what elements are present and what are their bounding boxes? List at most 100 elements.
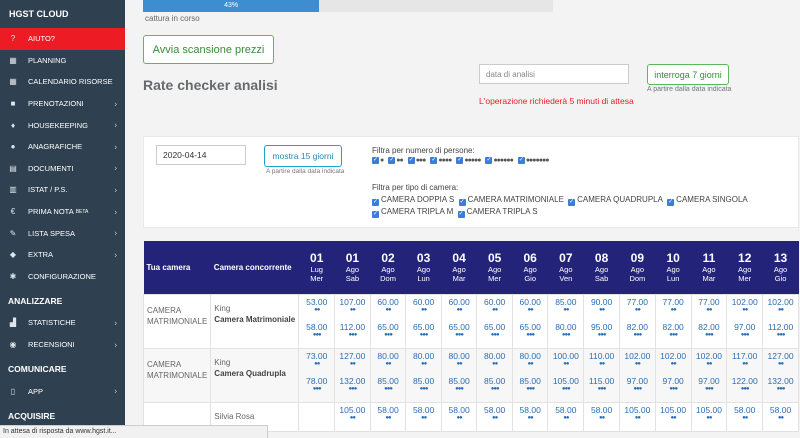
price-value[interactable]: 58.00 <box>371 405 406 415</box>
price-value[interactable]: 115.00 <box>584 376 619 386</box>
price-value[interactable]: 60.00 <box>406 297 441 307</box>
price-value[interactable]: 58.00 <box>548 405 583 415</box>
price-value[interactable]: 82.00 <box>692 322 727 332</box>
price-value[interactable]: 107.00 <box>335 297 370 307</box>
price-value[interactable]: 58.00 <box>584 405 619 415</box>
price-value[interactable]: 58.00 <box>442 405 477 415</box>
price-value[interactable]: 102.00 <box>763 297 798 307</box>
price-value[interactable]: 102.00 <box>692 351 727 361</box>
price-value[interactable]: 112.00 <box>763 322 798 332</box>
price-value[interactable]: 102.00 <box>727 297 762 307</box>
analysis-date-input[interactable]: data di analisi <box>479 64 629 84</box>
price-value[interactable]: 117.00 <box>727 351 762 361</box>
price-value[interactable]: 77.00 <box>620 297 655 307</box>
query-7-days-button[interactable]: interroga 7 giorni <box>647 64 729 85</box>
price-value[interactable]: 85.00 <box>371 376 406 386</box>
room-type-checkbox[interactable]: ✓ CAMERA DOPPIA S <box>372 195 454 206</box>
price-value[interactable]: 60.00 <box>442 297 477 307</box>
room-type-checkbox[interactable]: ✓ CAMERA TRIPLA S <box>457 207 538 218</box>
price-value[interactable]: 85.00 <box>513 376 548 386</box>
price-value[interactable]: 102.00 <box>656 351 691 361</box>
sidebar-item-calendario-risorse[interactable]: ▦ CALENDARIO RISORSE <box>0 71 125 93</box>
sidebar-item-configurazione[interactable]: ✱ CONFIGURAZIONE <box>0 266 125 288</box>
price-value[interactable]: 80.00 <box>513 351 548 361</box>
price-value[interactable]: 82.00 <box>656 322 691 332</box>
persons-checkbox[interactable]: ✓ ● <box>372 157 384 164</box>
persons-checkbox[interactable]: ✓ ●●●● <box>430 157 452 164</box>
sidebar-item-extra[interactable]: ◆ EXTRA › <box>0 244 125 266</box>
price-value[interactable]: 95.00 <box>584 322 619 332</box>
price-value[interactable]: 102.00 <box>620 351 655 361</box>
price-value[interactable]: 58.00 <box>299 322 334 332</box>
price-value[interactable]: 105.00 <box>335 405 370 415</box>
sidebar-item-recensioni[interactable]: ◉ RECENSIONI › <box>0 334 125 356</box>
sidebar-item-housekeeping[interactable]: ♦ HOUSEKEEPING › <box>0 114 125 136</box>
price-value[interactable]: 60.00 <box>371 297 406 307</box>
price-value[interactable]: 65.00 <box>513 322 548 332</box>
price-value[interactable]: 80.00 <box>477 351 512 361</box>
price-value[interactable]: 78.00 <box>299 376 334 386</box>
price-value[interactable]: 112.00 <box>335 322 370 332</box>
room-type-checkbox[interactable]: ✓ CAMERA QUADRUPLA <box>568 195 663 206</box>
price-value[interactable]: 85.00 <box>477 376 512 386</box>
price-value[interactable]: 85.00 <box>548 297 583 307</box>
persons-checkbox[interactable]: ✓ ●●● <box>407 157 426 164</box>
sidebar-item-prima-nota[interactable]: € PRIMA NOTA BETA › <box>0 201 125 223</box>
price-value[interactable]: 80.00 <box>548 322 583 332</box>
price-value[interactable]: 58.00 <box>727 405 762 415</box>
price-value[interactable]: 85.00 <box>442 376 477 386</box>
price-value[interactable]: 97.00 <box>620 376 655 386</box>
price-value[interactable]: 80.00 <box>442 351 477 361</box>
start-date-input[interactable]: 2020-04-14 <box>156 145 246 165</box>
sidebar-item-prenotazioni[interactable]: ■ PRENOTAZIONI › <box>0 93 125 115</box>
price-value[interactable]: 127.00 <box>763 351 798 361</box>
price-value[interactable]: 58.00 <box>763 405 798 415</box>
sidebar-item-anagrafiche[interactable]: ● ANAGRAFICHE › <box>0 136 125 158</box>
price-value[interactable]: 97.00 <box>656 376 691 386</box>
price-value[interactable]: 65.00 <box>406 322 441 332</box>
price-value[interactable]: 65.00 <box>442 322 477 332</box>
price-value[interactable]: 105.00 <box>620 405 655 415</box>
price-value[interactable]: 58.00 <box>513 405 548 415</box>
price-value[interactable]: 90.00 <box>584 297 619 307</box>
price-value[interactable]: 132.00 <box>763 376 798 386</box>
price-value[interactable]: 58.00 <box>406 405 441 415</box>
price-value[interactable]: 127.00 <box>335 351 370 361</box>
price-value[interactable]: 132.00 <box>335 376 370 386</box>
price-value[interactable]: 122.00 <box>727 376 762 386</box>
price-value[interactable]: 77.00 <box>692 297 727 307</box>
room-type-checkbox[interactable]: ✓ CAMERA TRIPLA M <box>372 207 453 218</box>
price-value[interactable]: 80.00 <box>371 351 406 361</box>
room-type-checkbox[interactable]: ✓ CAMERA MATRIMONIALE <box>458 195 564 206</box>
sidebar-item-planning[interactable]: ▦ PLANNING <box>0 50 125 72</box>
room-type-checkbox[interactable]: ✓ CAMERA SINGOLA <box>667 195 748 206</box>
price-value[interactable]: 85.00 <box>406 376 441 386</box>
price-value[interactable]: 80.00 <box>406 351 441 361</box>
price-value[interactable]: 105.00 <box>692 405 727 415</box>
sidebar-item-lista-spesa[interactable]: ✎ LISTA SPESA › <box>0 222 125 244</box>
price-value[interactable]: 105.00 <box>548 376 583 386</box>
price-value[interactable]: 100.00 <box>548 351 583 361</box>
price-value[interactable]: 65.00 <box>477 322 512 332</box>
price-value[interactable]: 60.00 <box>513 297 548 307</box>
sidebar-item-documenti[interactable]: ▤ DOCUMENTI › <box>0 158 125 180</box>
price-value[interactable]: 60.00 <box>477 297 512 307</box>
price-value[interactable]: 77.00 <box>656 297 691 307</box>
start-scan-button[interactable]: Avvia scansione prezzi <box>143 35 274 64</box>
sidebar-item-app[interactable]: ▯ APP › <box>0 380 125 402</box>
price-value[interactable]: 105.00 <box>656 405 691 415</box>
sidebar-item-istat-p-s[interactable]: ▥ ISTAT / P.S. › <box>0 179 125 201</box>
price-value[interactable]: 82.00 <box>620 322 655 332</box>
price-value[interactable]: 73.00 <box>299 351 334 361</box>
price-value[interactable]: 53.00 <box>299 297 334 307</box>
persons-checkbox[interactable]: ✓ ●●●●● <box>456 157 481 164</box>
persons-checkbox[interactable]: ✓ ●●●●●●● <box>517 157 549 164</box>
price-value[interactable]: 97.00 <box>727 322 762 332</box>
price-value[interactable]: 58.00 <box>477 405 512 415</box>
price-value[interactable]: 110.00 <box>584 351 619 361</box>
persons-checkbox[interactable]: ✓ ●●●●●● <box>485 157 514 164</box>
sidebar-item-aiuto[interactable]: ? AIUTO? <box>0 28 125 50</box>
price-value[interactable]: 97.00 <box>692 376 727 386</box>
show-15-days-button[interactable]: mostra 15 giorni <box>264 145 342 167</box>
sidebar-item-statistiche[interactable]: ▟ STATISTICHE › <box>0 312 125 334</box>
